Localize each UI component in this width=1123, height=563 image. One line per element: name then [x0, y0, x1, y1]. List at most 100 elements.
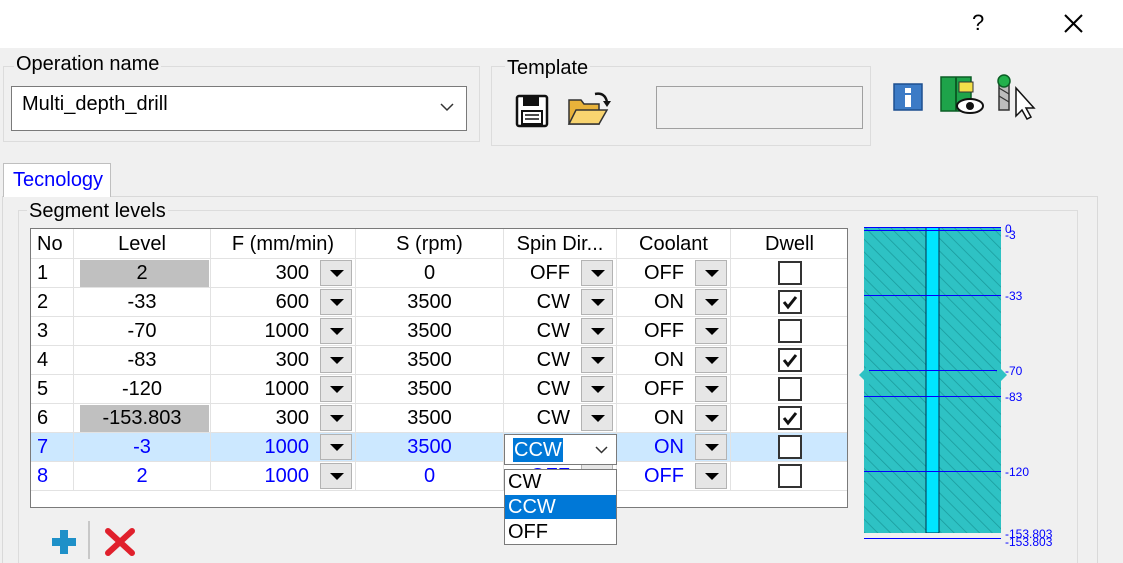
dropdown-button[interactable]	[581, 405, 613, 431]
dropdown-button[interactable]	[320, 289, 352, 315]
dropdown-button[interactable]	[320, 318, 352, 344]
dwell-checkbox[interactable]	[778, 319, 802, 343]
dropdown-button[interactable]	[320, 260, 352, 286]
table-cell-coolant[interactable]: ON	[617, 288, 731, 317]
dropdown-button[interactable]	[320, 463, 352, 489]
dropdown-button[interactable]	[695, 260, 727, 286]
table-cell-dwell[interactable]	[731, 404, 847, 433]
table-cell-spin[interactable]: CW	[504, 288, 617, 317]
table-cell-level[interactable]: 2	[74, 259, 211, 288]
table-cell-dwell[interactable]	[731, 462, 847, 491]
table-cell-dwell[interactable]	[731, 259, 847, 288]
dropdown-button[interactable]	[695, 405, 727, 431]
dwell-checkbox[interactable]	[778, 290, 802, 314]
table-cell-level[interactable]: -3	[74, 433, 211, 462]
cell-text: 2	[37, 291, 49, 313]
delete-row-icon[interactable]	[105, 528, 135, 556]
dropdown-button[interactable]	[695, 463, 727, 489]
dropdown-button[interactable]	[695, 289, 727, 315]
table-cell-s[interactable]: 3500	[356, 433, 504, 462]
dropdown-button[interactable]	[320, 347, 352, 373]
table-cell-coolant[interactable]: OFF	[617, 462, 731, 491]
table-cell-s[interactable]: 3500	[356, 375, 504, 404]
dwell-checkbox[interactable]	[778, 377, 802, 401]
table-cell-spin[interactable]: OFF	[504, 259, 617, 288]
table-cell-s[interactable]: 3500	[356, 288, 504, 317]
dropdown-button[interactable]	[320, 405, 352, 431]
open-folder-icon[interactable]	[567, 90, 611, 128]
dropdown-button[interactable]	[581, 347, 613, 373]
table-cell-s[interactable]: 0	[356, 259, 504, 288]
table-cell-coolant[interactable]: OFF	[617, 375, 731, 404]
table-cell-level[interactable]: -153.803	[74, 404, 211, 433]
table-cell-dwell[interactable]	[731, 288, 847, 317]
table-cell-dwell[interactable]	[731, 433, 847, 462]
preview-level-line	[864, 396, 1001, 397]
dwell-checkbox[interactable]	[778, 406, 802, 430]
table-cell-f[interactable]: 300	[211, 346, 356, 375]
save-icon[interactable]	[515, 94, 549, 128]
dropdown-button[interactable]	[320, 376, 352, 402]
dropdown-option-off[interactable]: OFF	[505, 520, 616, 544]
table-cell-f[interactable]: 1000	[211, 462, 356, 491]
table-cell-level[interactable]: -33	[74, 288, 211, 317]
dropdown-button[interactable]	[695, 347, 727, 373]
table-cell-f[interactable]: 300	[211, 404, 356, 433]
table-cell-s[interactable]: 0	[356, 462, 504, 491]
dropdown-button[interactable]	[695, 376, 727, 402]
table-cell-s[interactable]: 3500	[356, 346, 504, 375]
table-cell-coolant[interactable]: OFF	[617, 259, 731, 288]
add-row-icon[interactable]	[51, 529, 77, 555]
dropdown-button[interactable]	[695, 434, 727, 460]
dwell-checkbox[interactable]	[778, 464, 802, 488]
dropdown-button[interactable]	[581, 376, 613, 402]
cell-text: 1000	[264, 378, 310, 400]
operation-name-combo[interactable]: Multi_depth_drill	[11, 86, 467, 131]
table-cell-level[interactable]: -120	[74, 375, 211, 404]
dropdown-button[interactable]	[320, 434, 352, 460]
table-cell-f[interactable]: 1000	[211, 433, 356, 462]
dwell-checkbox[interactable]	[778, 348, 802, 372]
dropdown-button[interactable]	[695, 318, 727, 344]
table-cell-coolant[interactable]: ON	[617, 433, 731, 462]
preview-level-label: -120	[1005, 465, 1030, 479]
table-cell-f[interactable]: 1000	[211, 317, 356, 346]
table-cell-dwell[interactable]	[731, 317, 847, 346]
dropdown-option-cw[interactable]: CW	[505, 470, 616, 494]
table-cell-coolant[interactable]: OFF	[617, 317, 731, 346]
table-cell-coolant[interactable]: ON	[617, 346, 731, 375]
table-cell-level[interactable]: -83	[74, 346, 211, 375]
dropdown-option-ccw[interactable]: CCW	[505, 495, 616, 519]
dropdown-button[interactable]	[581, 318, 613, 344]
table-cell-spin[interactable]: CW	[504, 317, 617, 346]
table-cell-s[interactable]: 3500	[356, 404, 504, 433]
cell-text: -33	[127, 291, 157, 313]
table-cell-dwell[interactable]	[731, 375, 847, 404]
dwell-checkbox[interactable]	[778, 435, 802, 459]
table-cell-level[interactable]: 2	[74, 462, 211, 491]
table-cell-spin[interactable]: CW	[504, 346, 617, 375]
dropdown-button[interactable]	[581, 260, 613, 286]
table-cell-f[interactable]: 1000	[211, 375, 356, 404]
info-icon[interactable]	[893, 83, 923, 111]
dwell-checkbox[interactable]	[778, 261, 802, 285]
table-cell-spin[interactable]: CW	[504, 404, 617, 433]
table-cell-spin[interactable]: CW	[504, 375, 617, 404]
table-cell-s[interactable]: 3500	[356, 317, 504, 346]
table-cell-f[interactable]: 300	[211, 259, 356, 288]
table-cell-level[interactable]: -70	[74, 317, 211, 346]
spin-direction-editor[interactable]: CCW	[504, 434, 617, 465]
select-point-icon[interactable]	[994, 74, 1040, 120]
preview-level-label: -33	[1005, 289, 1023, 303]
preview-level-line	[864, 471, 1001, 472]
tab-tecnology[interactable]: Tecnology	[3, 163, 111, 197]
close-button[interactable]	[1060, 6, 1088, 38]
table-cell-f[interactable]: 600	[211, 288, 356, 317]
help-button[interactable]: ?	[972, 10, 984, 36]
dropdown-button[interactable]	[581, 289, 613, 315]
cell-text: ON	[654, 291, 684, 313]
table-cell-dwell[interactable]	[731, 346, 847, 375]
table-cell-coolant[interactable]: ON	[617, 404, 731, 433]
cell-text: 8	[37, 465, 49, 487]
view-preview-icon[interactable]	[940, 76, 984, 118]
